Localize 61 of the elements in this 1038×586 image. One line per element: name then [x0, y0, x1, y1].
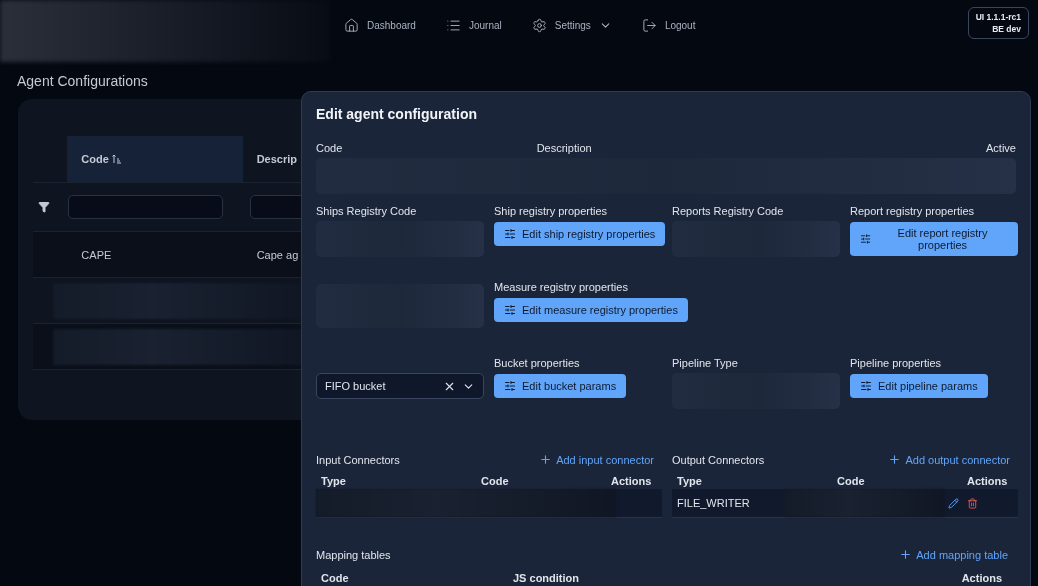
- field-label: Report registry properties: [850, 205, 976, 218]
- table-cell-text: FILE_WRITER: [676, 497, 751, 509]
- bucket-select[interactable]: FIFO bucket: [316, 373, 484, 399]
- column-header: Code: [321, 572, 350, 584]
- page-title: Agent Configurations: [17, 73, 149, 89]
- column-header: JS condition: [513, 572, 580, 584]
- field-label: Code: [316, 142, 343, 155]
- field-label: Active: [986, 142, 1016, 155]
- column-header: Code: [837, 475, 866, 487]
- column-header: Actions: [967, 475, 1009, 487]
- sliders-icon: [504, 380, 516, 392]
- plus-icon: [539, 453, 553, 466]
- plus-icon: [899, 548, 913, 561]
- field-label: Pipeline Type: [672, 357, 739, 370]
- sliders-icon: [860, 380, 872, 392]
- add-link[interactable]: Add mapping table: [899, 548, 1008, 561]
- list-icon: [445, 17, 461, 33]
- delete-icon[interactable]: [967, 497, 978, 509]
- sliders-icon: [504, 228, 516, 240]
- version-text: BE dev: [992, 24, 1021, 34]
- edit-icon[interactable]: [948, 497, 959, 509]
- field-label: Ship registry properties: [494, 205, 609, 218]
- add-link[interactable]: Add output connector: [888, 453, 1010, 466]
- section-title: Output Connectors: [672, 453, 765, 466]
- section-title: Mapping tables: [316, 548, 391, 561]
- edit-properties-button[interactable]: Edit measure registry properties: [494, 298, 688, 322]
- edit-properties-button[interactable]: Edit bucket params: [494, 374, 627, 398]
- column-header: Type: [321, 475, 347, 487]
- field-label: Ships Registry Code: [316, 205, 418, 218]
- section-title: Input Connectors: [316, 453, 400, 466]
- nav-link[interactable]: Logout: [641, 17, 696, 33]
- column-header: Actions: [611, 475, 653, 487]
- add-link[interactable]: Add input connector: [539, 453, 654, 466]
- sort-icon: [111, 154, 121, 164]
- edit-properties-button[interactable]: Edit ship registry properties: [494, 222, 666, 246]
- table-cell-text: Cape ag: [255, 248, 300, 261]
- column-header: Code: [481, 475, 510, 487]
- plus-icon: [888, 453, 902, 466]
- column-header: Actions: [961, 572, 1002, 584]
- version-text: UI 1.1.1-rc1: [975, 12, 1021, 22]
- dialog-title: Edit agent configuration: [316, 106, 478, 122]
- sliders-icon: [504, 304, 516, 316]
- nav-link[interactable]: Journal: [445, 17, 502, 33]
- nav-link[interactable]: Settings: [531, 17, 612, 33]
- logout-icon: [641, 17, 657, 33]
- edit-properties-button[interactable]: Edit report registry properties: [850, 222, 1018, 256]
- field-label: Pipeline properties: [850, 357, 943, 370]
- filter-icon: [37, 201, 50, 213]
- table-cell-text: CAPE: [80, 248, 113, 261]
- gear-icon: [531, 17, 547, 33]
- edit-properties-button[interactable]: Edit pipeline params: [850, 374, 988, 398]
- field-label: Bucket properties: [494, 357, 581, 370]
- home-icon: [344, 17, 359, 33]
- field-label: Reports Registry Code: [672, 205, 785, 218]
- nav-link[interactable]: Dashboard: [344, 17, 416, 33]
- column-header[interactable]: Code: [67, 136, 243, 182]
- field-label: Description: [536, 142, 592, 155]
- filter-field[interactable]: [68, 195, 223, 219]
- column-header: Type: [677, 475, 703, 487]
- field-label: Measure registry properties: [494, 281, 629, 294]
- sliders-icon: [860, 233, 872, 245]
